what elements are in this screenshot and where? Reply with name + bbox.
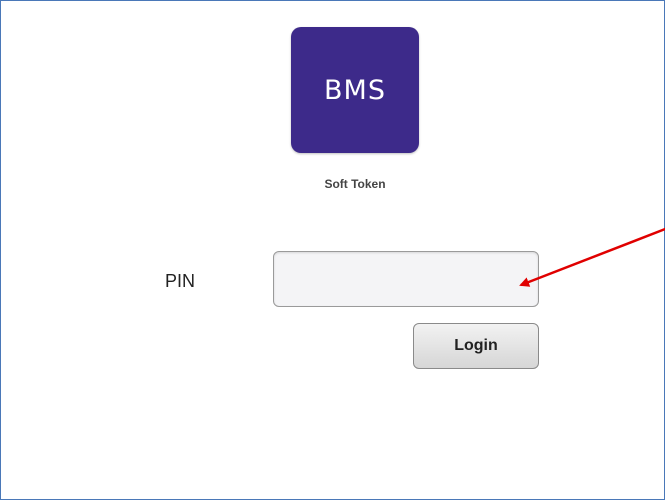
logo-text: BMS — [324, 74, 386, 106]
app-subtitle: Soft Token — [324, 177, 386, 191]
app-logo: BMS — [291, 27, 419, 153]
app-window: BMS Soft Token PIN Login — [0, 0, 665, 500]
pin-input[interactable] — [273, 251, 539, 307]
login-button[interactable]: Login — [413, 323, 539, 369]
pin-label: PIN — [165, 271, 196, 291]
